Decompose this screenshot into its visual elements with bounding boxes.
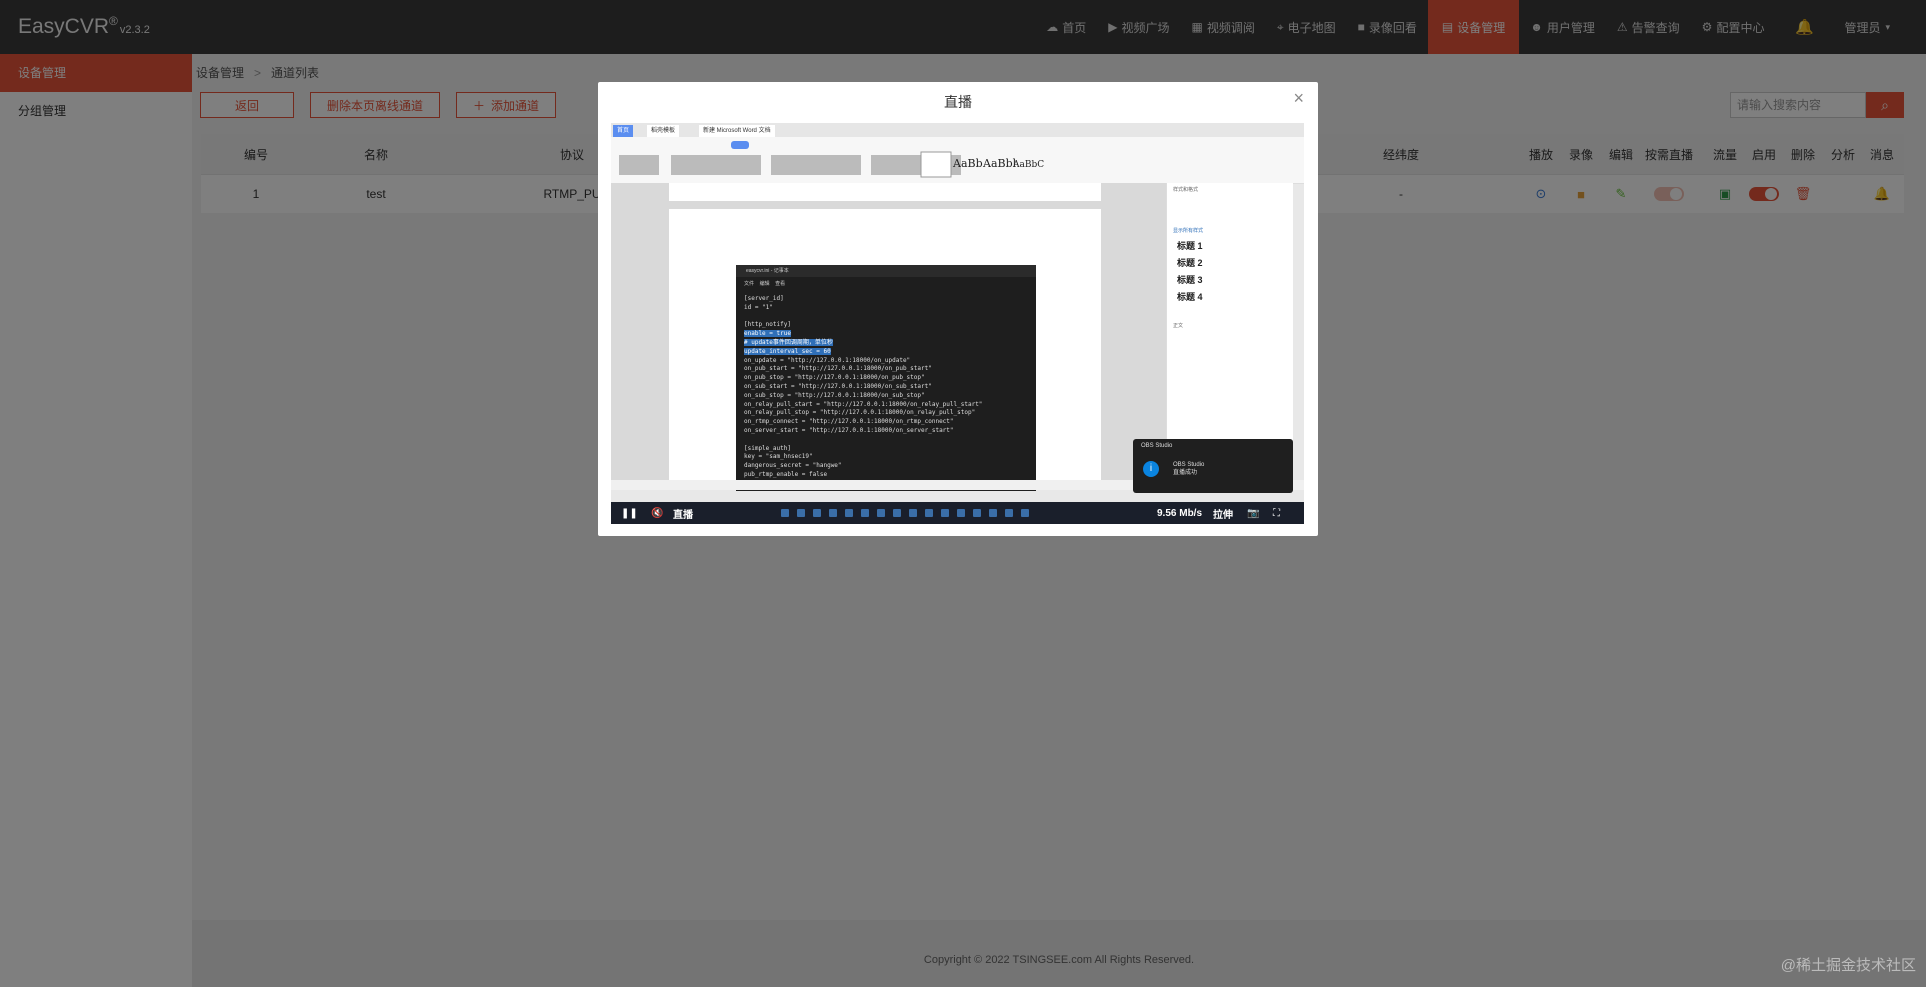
code-line: on_pub_start = "http://127.0.0.1:18000/o…: [744, 365, 932, 373]
notepad-content: [server_id] id = "1" [http_notify] enabl…: [736, 291, 1036, 484]
style-heading-4: 标题 4: [1177, 292, 1203, 302]
notepad-menu-file: 文件: [744, 281, 755, 287]
notepad-title: easycvr.ini - 记事本: [736, 265, 1036, 277]
code-line-selected: update_interval_sec = 60: [744, 347, 831, 355]
notepad-menu-edit: 编辑: [759, 281, 770, 287]
style-heading-3: 标题 3: [1177, 275, 1203, 285]
code-line: pub_rtmp_enable = false: [744, 470, 828, 478]
code-line: on_server_start = "http://127.0.0.1:1800…: [744, 426, 954, 434]
svg-text:AaBbC: AaBbC: [1012, 160, 1044, 170]
inner-notepad-window: easycvr.ini - 记事本 文件 编辑 查看 [server_id] i…: [736, 265, 1036, 491]
obs-toast-line1: OBS Studio: [1173, 462, 1205, 468]
pause-icon[interactable]: ❚❚: [621, 502, 638, 524]
info-icon: i: [1143, 461, 1159, 477]
watermark-text: @稀土掘金技术社区: [1780, 957, 1916, 974]
player-controls: ❚❚ 🔇 直播 9.56 Mb/s 拉伸 📷 ⛶: [611, 502, 1304, 524]
code-line: id = "1": [744, 303, 773, 311]
code-line: dangerous_secret = "hangwe": [744, 462, 842, 470]
inner-tab-home: 首页: [613, 125, 634, 137]
inner-taskbar: [781, 509, 1029, 517]
obs-toast-message: OBS Studio 直播成功: [1173, 461, 1204, 477]
inner-tab-bar: 首页 稻壳模板 新建 Microsoft Word 文档: [611, 123, 1304, 137]
notepad-menu: 文件 编辑 查看: [736, 277, 1036, 291]
code-line: [simple_auth]: [744, 444, 791, 452]
video-player[interactable]: 首页 稻壳模板 新建 Microsoft Word 文档 AaBb AaBbl …: [611, 123, 1304, 524]
code-line: on_sub_start = "http://127.0.0.1:18000/o…: [744, 382, 932, 390]
svg-text:AaBb: AaBb: [952, 157, 983, 170]
bitrate-readout: 9.56 Mb/s: [1157, 507, 1203, 519]
styles-panel-options: 显示所有样式: [1173, 228, 1204, 234]
style-heading-2: 标题 2: [1177, 258, 1203, 268]
code-line: [server_id]: [744, 295, 784, 302]
stretch-button[interactable]: 拉伸: [1213, 502, 1233, 524]
live-modal: 直播 × 首页 稻壳模板 新建 Microsoft Word 文档 AaBb A…: [598, 82, 1318, 536]
notepad-menu-view: 查看: [775, 281, 786, 287]
obs-notification: OBS Studio i OBS Studio 直播成功: [1133, 439, 1293, 493]
inner-styles-panel: 样式和格式 显示所有样式 标题 1 标题 2 标题 3 标题 4 正文: [1166, 183, 1293, 480]
code-line: on_update = "http://127.0.0.1:18000/on_u…: [744, 356, 911, 364]
inner-tab-doc: 新建 Microsoft Word 文档: [699, 125, 775, 137]
code-line-selected: enable = true: [744, 330, 791, 338]
code-line: on_relay_pull_start = "http://127.0.0.1:…: [744, 400, 983, 408]
code-line: key = "sam_hnsec19": [744, 453, 813, 461]
code-line: on_pub_stop = "http://127.0.0.1:18000/on…: [744, 374, 925, 382]
modal-title: 直播: [944, 94, 972, 110]
ribbon-graphic: AaBb AaBbl AaBbC: [619, 141, 1044, 178]
style-body-text: 正文: [1173, 323, 1184, 329]
inner-tab-template: 稻壳模板: [647, 125, 680, 137]
style-heading-1: 标题 1: [1177, 241, 1203, 251]
code-line: on_rtmp_connect = "http://127.0.0.1:1800…: [744, 418, 954, 426]
code-line: on_sub_stop = "http://127.0.0.1:18000/on…: [744, 391, 925, 399]
code-line: [http_notify]: [744, 321, 791, 329]
obs-toast-title: OBS Studio: [1141, 443, 1173, 449]
mute-icon[interactable]: 🔇: [651, 502, 663, 524]
fullscreen-icon[interactable]: ⛶: [1273, 502, 1280, 524]
styles-panel-header: 样式和格式: [1173, 187, 1199, 193]
close-icon[interactable]: ×: [1293, 88, 1304, 109]
code-line: on_relay_pull_stop = "http://127.0.0.1:1…: [744, 409, 976, 417]
svg-text:AaBbl: AaBbl: [982, 157, 1017, 170]
code-line-selected: # update事件回调周期，单位秒: [744, 338, 833, 346]
snapshot-icon[interactable]: 📷: [1247, 502, 1259, 524]
inner-ribbon: AaBb AaBbl AaBbC: [611, 137, 1304, 184]
live-label: 直播: [673, 509, 693, 521]
obs-toast-line2: 直播成功: [1173, 470, 1198, 476]
inner-page-top: [669, 183, 1101, 201]
